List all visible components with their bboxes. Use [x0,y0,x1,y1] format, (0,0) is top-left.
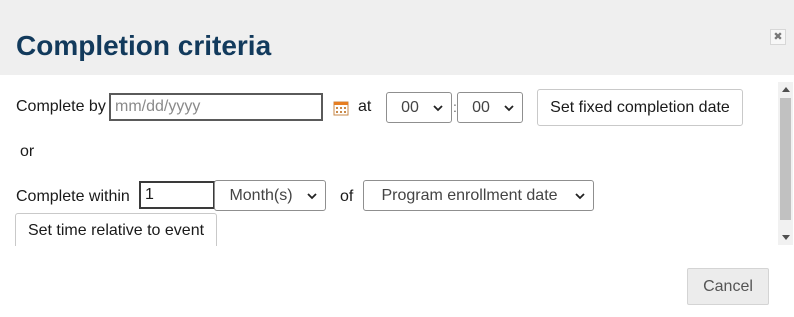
chevron-down-icon [433,104,443,111]
dialog-header: Completion criteria ✖ [0,0,794,75]
hour-select[interactable]: 00 [386,92,452,123]
event-select[interactable]: Program enrollment date [363,180,594,211]
chevron-down-icon [504,104,514,111]
complete-by-label: Complete by [16,98,106,115]
chevron-down-icon [307,192,317,199]
event-value: Program enrollment date [381,186,558,204]
of-label: of [340,188,354,205]
scroll-up-arrow-icon[interactable] [778,82,793,96]
dialog-title: Completion criteria [16,30,272,61]
complete-within-label: Complete within [16,188,130,205]
time-unit-value: Month(s) [229,186,293,204]
time-unit-select[interactable]: Month(s) [214,180,326,211]
close-icon[interactable]: ✖ [770,29,786,45]
hour-value: 00 [401,98,419,116]
set-fixed-completion-date-button[interactable]: Set fixed completion date [537,89,743,126]
set-time-relative-to-event-button[interactable]: Set time relative to event [15,213,217,246]
calendar-icon[interactable] [333,100,349,116]
scrollbar-thumb[interactable] [780,98,791,220]
minute-value: 00 [472,98,490,116]
amount-input[interactable] [139,181,215,209]
at-label: at [358,98,372,115]
completion-criteria-dialog: Completion criteria ✖ Complete by at 00 … [0,0,794,317]
completion-date-input[interactable] [109,93,323,121]
cancel-button[interactable]: Cancel [687,268,769,305]
scroll-down-arrow-icon[interactable] [778,231,793,245]
vertical-scrollbar[interactable] [778,82,793,245]
chevron-down-icon [575,192,585,199]
or-label: or [20,143,35,160]
minute-select[interactable]: 00 [457,92,523,123]
dialog-content: Complete by at 00 : 00 Set fixed complet… [0,75,778,246]
